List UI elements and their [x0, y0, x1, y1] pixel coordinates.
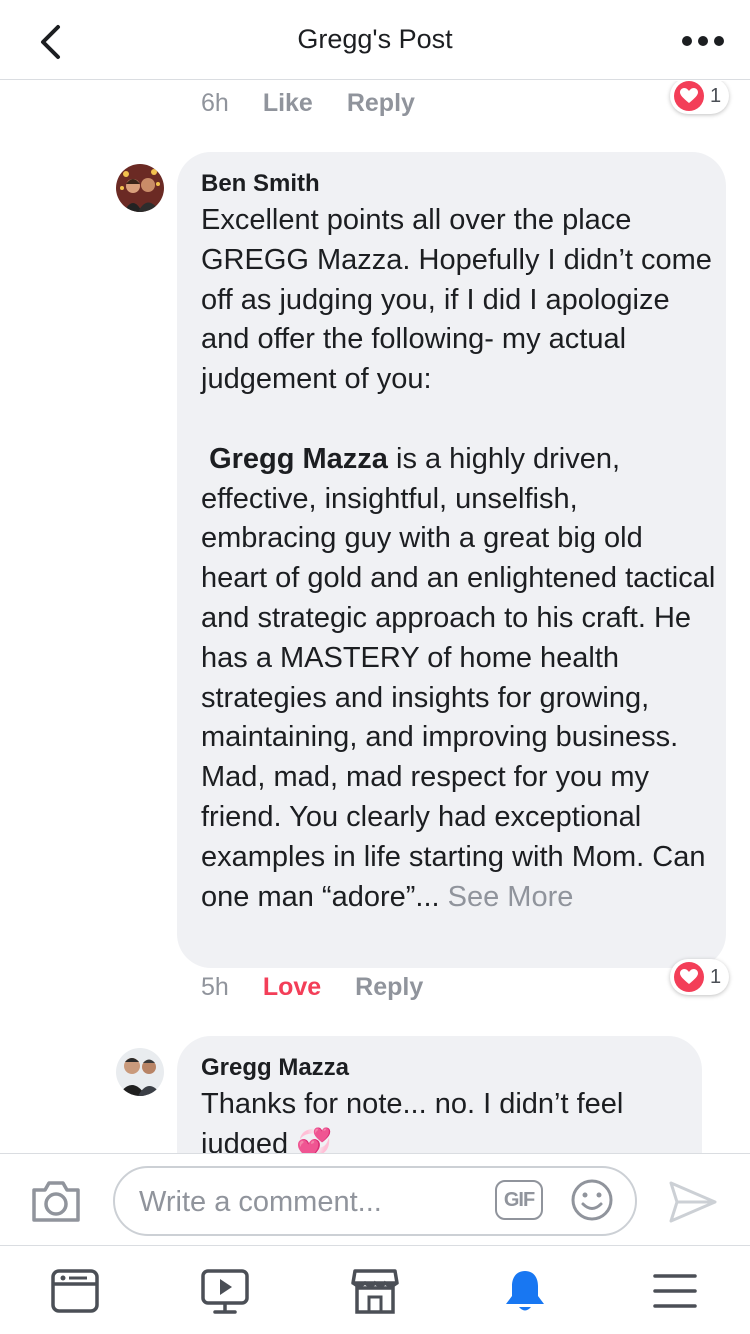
heart-icon — [674, 962, 704, 992]
camera-button[interactable] — [30, 1178, 82, 1224]
love-button[interactable]: Love — [263, 973, 321, 1002]
tab-marketplace[interactable] — [350, 1267, 400, 1315]
reaction-count: 1 — [710, 84, 722, 107]
reply-button[interactable]: Reply — [347, 89, 415, 118]
comment-meta-row: 5h Love Reply — [201, 973, 457, 1002]
reply-button[interactable]: Reply — [355, 973, 423, 1002]
comments-feed[interactable]: 6h Like Reply 1 Ben Smith Excellent poin… — [0, 81, 750, 1153]
page-title: Gregg's Post — [297, 24, 453, 54]
notifications-icon — [506, 1271, 544, 1311]
emoji-button[interactable] — [570, 1178, 614, 1222]
menu-icon — [653, 1274, 697, 1308]
comment-input-placeholder: Write a comment... — [139, 1186, 382, 1218]
send-button[interactable] — [668, 1180, 718, 1224]
tab-watch[interactable] — [200, 1267, 250, 1315]
like-button[interactable]: Like — [263, 89, 313, 118]
comment-bubble[interactable]: Gregg Mazza Thanks for note... no. I did… — [177, 1036, 702, 1153]
comment-input[interactable]: Write a comment... GIF — [113, 1166, 637, 1236]
see-more-link[interactable]: See More — [448, 881, 574, 913]
camera-icon — [32, 1181, 80, 1222]
avatar[interactable] — [116, 164, 164, 212]
comment-text: Thanks for note... no. I didn’t feel jud… — [201, 1088, 632, 1153]
heart-icon — [674, 81, 704, 111]
tab-news-feed[interactable] — [50, 1267, 100, 1315]
profile-photo-icon — [116, 1048, 164, 1096]
comment-author[interactable]: Ben Smith — [201, 170, 320, 198]
comment-composer: Write a comment... GIF — [0, 1153, 750, 1246]
news-feed-icon — [51, 1269, 99, 1313]
smiley-icon — [571, 1179, 613, 1221]
reaction-badge[interactable]: 1 — [670, 959, 730, 995]
reaction-count: 1 — [710, 965, 722, 988]
send-icon — [669, 1181, 717, 1223]
comment-timestamp: 6h — [201, 89, 229, 117]
comment-author[interactable]: Gregg Mazza — [201, 1054, 349, 1082]
more-options-button[interactable] — [678, 26, 728, 56]
profile-photo-icon — [116, 164, 164, 212]
ellipsis-icon — [682, 36, 724, 46]
avatar[interactable] — [116, 1048, 164, 1096]
comment-bubble[interactable]: Ben Smith Excellent points all over the … — [177, 152, 726, 968]
comment-meta-row: 6h Like Reply — [201, 89, 449, 118]
comment-text-body: is a highly driven, effective, insightfu… — [201, 442, 724, 913]
comment-text-intro: Excellent points all over the place GREG… — [201, 204, 712, 396]
comment-text: Excellent points all over the place GREG… — [201, 201, 716, 917]
tab-notifications[interactable] — [500, 1267, 550, 1315]
bottom-tab-bar — [0, 1247, 750, 1334]
mention-link[interactable]: Gregg Mazza — [209, 443, 388, 475]
reaction-badge[interactable]: 1 — [670, 81, 730, 114]
tab-menu[interactable] — [650, 1267, 700, 1315]
gif-button[interactable]: GIF — [495, 1180, 543, 1220]
watch-icon — [201, 1269, 249, 1314]
marketplace-icon — [351, 1269, 399, 1314]
comment-timestamp: 5h — [201, 973, 229, 1001]
top-nav-bar: Gregg's Post — [0, 0, 750, 80]
